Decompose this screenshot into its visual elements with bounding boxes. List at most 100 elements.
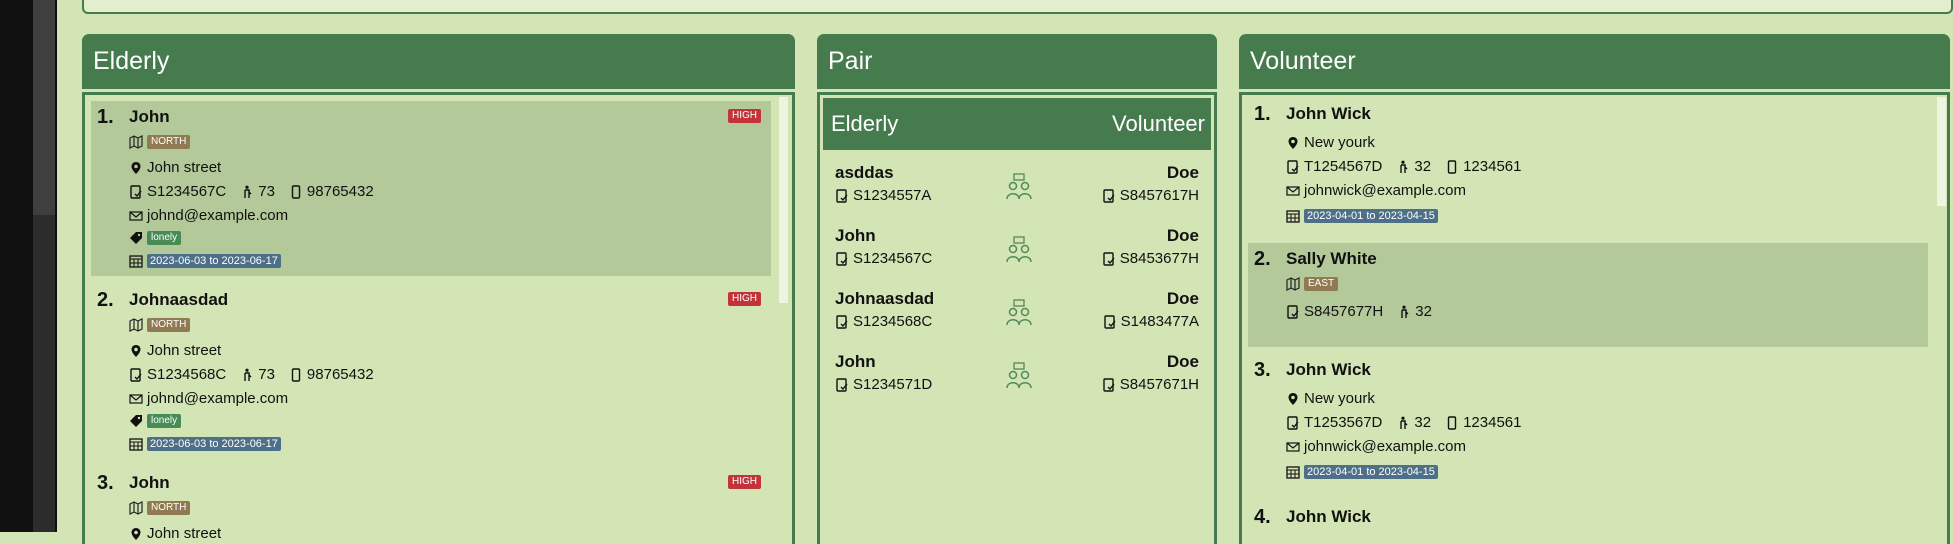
elderly-list-scrollbar[interactable] bbox=[779, 97, 788, 303]
pair-elderly-nric: S1234571D bbox=[853, 376, 933, 393]
risk-badge: HIGH bbox=[728, 109, 761, 123]
location-pin-icon bbox=[129, 344, 143, 358]
volunteer-index: 2. bbox=[1254, 248, 1271, 270]
elderly-address: John street bbox=[147, 159, 222, 176]
pair-panel-title: Pair bbox=[817, 34, 1217, 89]
elderly-index: 3. bbox=[97, 472, 114, 494]
pair-col-volunteer: Volunteer bbox=[1112, 111, 1205, 136]
date-range-badge: 2023-06-03 to 2023-06-17 bbox=[147, 437, 281, 451]
elderly-address: John street bbox=[147, 525, 222, 542]
age-person-icon bbox=[240, 368, 254, 382]
pair-row[interactable]: John S1234567C Doe S8453677H bbox=[823, 222, 1211, 280]
age-person-icon bbox=[240, 185, 254, 199]
date-range-badge: 2023-06-03 to 2023-06-17 bbox=[147, 254, 281, 268]
location-pin-icon bbox=[1286, 136, 1300, 150]
volunteer-nric: T1254567D bbox=[1304, 158, 1383, 175]
sidebar-scroll-thumb[interactable] bbox=[33, 0, 55, 215]
pair-row[interactable]: asddas S1234557A Doe S8457617H bbox=[823, 159, 1211, 217]
email-icon bbox=[129, 392, 143, 406]
location-pin-icon bbox=[1286, 392, 1300, 406]
id-card-icon bbox=[1286, 159, 1300, 174]
volunteer-phone: 1234561 bbox=[1463, 414, 1522, 431]
volunteer-address: New yourk bbox=[1304, 134, 1375, 151]
location-pin-icon bbox=[129, 527, 143, 541]
date-range-badge: 2023-04-01 to 2023-04-15 bbox=[1304, 465, 1438, 479]
pair-volunteer-nric: S8453677H bbox=[1119, 250, 1199, 267]
volunteer-email: johnwick@example.com bbox=[1304, 438, 1466, 455]
elderly-age: 73 bbox=[258, 366, 275, 383]
map-icon bbox=[129, 501, 143, 515]
pair-people-icon bbox=[1005, 362, 1033, 390]
pair-row[interactable]: John S1234571D Doe S8457671H bbox=[823, 348, 1211, 406]
date-range-badge: 2023-04-01 to 2023-04-15 bbox=[1304, 209, 1438, 223]
volunteer-card[interactable]: 4. John Wick bbox=[1248, 501, 1928, 541]
pair-elderly-nric: S1234557A bbox=[853, 187, 932, 204]
pair-volunteer-nric: S1483477A bbox=[1120, 313, 1199, 330]
elderly-name: John bbox=[129, 107, 170, 126]
pair-volunteer-nric: S8457617H bbox=[1119, 187, 1199, 204]
region-badge: NORTH bbox=[147, 501, 191, 515]
id-card-icon bbox=[1103, 314, 1117, 329]
phone-icon bbox=[1445, 415, 1459, 430]
map-icon bbox=[129, 318, 143, 332]
location-pin-icon bbox=[129, 161, 143, 175]
volunteer-card[interactable]: 3. John Wick New yourk T1253567D 32 1234… bbox=[1248, 354, 1928, 494]
volunteer-name: John Wick bbox=[1286, 360, 1371, 379]
calendar-icon bbox=[1286, 465, 1300, 479]
elderly-index: 2. bbox=[97, 289, 114, 311]
region-badge: NORTH bbox=[147, 318, 191, 332]
calendar-icon bbox=[129, 437, 143, 451]
map-icon bbox=[1286, 277, 1300, 291]
pair-col-elderly: Elderly bbox=[831, 111, 899, 136]
region-badge: NORTH bbox=[147, 135, 191, 149]
elderly-card[interactable]: 2. Johnaasdad HIGH NORTH John street S12… bbox=[91, 284, 771, 459]
age-person-icon bbox=[1397, 305, 1411, 319]
volunteer-list-scrollbar[interactable] bbox=[1937, 97, 1946, 206]
pair-people-icon bbox=[1005, 173, 1033, 201]
pair-list[interactable]: Elderly Volunteer asddas S1234557A Doe S… bbox=[817, 92, 1217, 544]
volunteer-email: johnwick@example.com bbox=[1304, 182, 1466, 199]
volunteer-nric: T1253567D bbox=[1304, 414, 1383, 431]
sidebar-scrollbar[interactable] bbox=[33, 0, 55, 532]
volunteer-phone: 1234561 bbox=[1463, 158, 1522, 175]
elderly-list[interactable]: 1. John HIGH NORTH John street S1234567C… bbox=[82, 92, 795, 544]
pair-elderly-name: John bbox=[835, 352, 876, 371]
age-person-icon bbox=[1396, 416, 1410, 430]
volunteer-panel-title: Volunteer bbox=[1239, 34, 1950, 89]
email-icon bbox=[1286, 440, 1300, 454]
pair-volunteer-nric: S8457671H bbox=[1119, 376, 1199, 393]
elderly-phone: 98765432 bbox=[306, 183, 374, 200]
id-card-icon bbox=[835, 377, 849, 392]
volunteer-name: John Wick bbox=[1286, 507, 1371, 526]
elderly-phone: 98765432 bbox=[306, 366, 374, 383]
pair-row[interactable]: Johnaasdad S1234568C Doe S1483477A bbox=[823, 285, 1211, 343]
id-card-icon bbox=[835, 188, 849, 203]
elderly-address: John street bbox=[147, 342, 222, 359]
id-card-icon bbox=[835, 251, 849, 266]
pair-volunteer-name: Doe bbox=[1166, 289, 1199, 308]
command-result-box bbox=[82, 0, 1953, 14]
pair-people-icon bbox=[1005, 299, 1033, 327]
elderly-nric: S1234568C bbox=[147, 366, 227, 383]
id-card-icon bbox=[1102, 188, 1116, 203]
volunteer-list[interactable]: 1. John Wick New yourk T1254567D 32 1234… bbox=[1239, 92, 1950, 544]
email-icon bbox=[1286, 184, 1300, 198]
region-badge: EAST bbox=[1304, 277, 1339, 291]
pair-volunteer-name: Doe bbox=[1166, 226, 1199, 245]
id-card-icon bbox=[1286, 304, 1300, 319]
volunteer-index: 4. bbox=[1254, 506, 1271, 528]
elderly-card[interactable]: 3. John HIGH NORTH John street bbox=[91, 467, 771, 544]
volunteer-card[interactable]: 2. Sally White EAST S8457677H 32 bbox=[1248, 243, 1928, 347]
risk-badge: HIGH bbox=[728, 475, 761, 489]
id-card-icon bbox=[1102, 251, 1116, 266]
elderly-index: 1. bbox=[97, 106, 114, 128]
id-card-icon bbox=[835, 314, 849, 329]
pair-column-header: Elderly Volunteer bbox=[823, 98, 1211, 150]
elderly-card[interactable]: 1. John HIGH NORTH John street S1234567C… bbox=[91, 101, 771, 276]
volunteer-name: Sally White bbox=[1286, 249, 1377, 268]
elderly-nric: S1234567C bbox=[147, 183, 227, 200]
elderly-email: johnd@example.com bbox=[147, 390, 289, 407]
id-card-icon bbox=[129, 184, 143, 199]
email-icon bbox=[129, 209, 143, 223]
calendar-icon bbox=[129, 254, 143, 268]
